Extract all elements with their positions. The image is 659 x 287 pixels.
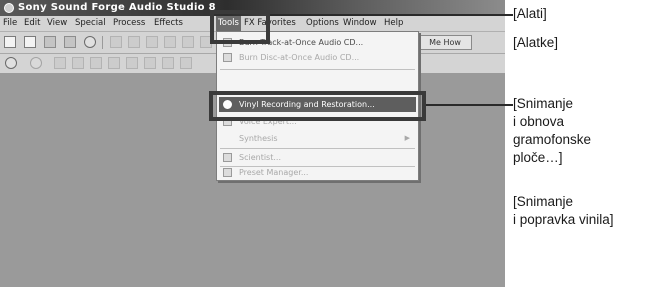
scientist-icon bbox=[223, 153, 232, 162]
play-all-icon[interactable] bbox=[54, 57, 66, 69]
menu-special[interactable]: Special bbox=[75, 16, 106, 31]
menu-item-synthesis[interactable]: Synthesis ▶ bbox=[219, 131, 416, 146]
menu-process[interactable]: Process bbox=[113, 16, 145, 31]
menu-view[interactable]: View bbox=[47, 16, 67, 31]
tools-leader-line bbox=[270, 14, 513, 16]
menu-file[interactable]: File bbox=[3, 16, 17, 31]
rewind-icon[interactable] bbox=[144, 57, 156, 69]
go-to-start-icon[interactable] bbox=[126, 57, 138, 69]
cut-icon[interactable] bbox=[110, 36, 122, 48]
paste-icon[interactable] bbox=[146, 36, 158, 48]
show-me-how-button[interactable]: Me How bbox=[418, 35, 472, 50]
menu-options[interactable]: Options bbox=[306, 16, 339, 31]
annotation-tools-croatian: [Alati] bbox=[513, 6, 547, 21]
copy-icon[interactable] bbox=[128, 36, 140, 48]
menu-separator bbox=[220, 148, 415, 149]
menu-effects[interactable]: Effects bbox=[154, 16, 183, 31]
show-me-how-label: Me How bbox=[429, 38, 461, 47]
menu-separator bbox=[220, 69, 415, 70]
loop-icon[interactable] bbox=[30, 57, 42, 69]
menu-item-preset-manager[interactable]: Preset Manager... bbox=[219, 165, 416, 180]
preset-icon bbox=[223, 168, 232, 177]
open-file-icon[interactable] bbox=[24, 36, 36, 48]
window-title: Sony Sound Forge Audio Studio 8 bbox=[18, 2, 216, 13]
submenu-arrow-icon: ▶ bbox=[404, 134, 410, 142]
play-icon[interactable] bbox=[72, 57, 84, 69]
annotation-tools-bosnian: [Alatke] bbox=[513, 35, 559, 50]
cd-icon bbox=[223, 53, 232, 62]
annotation-vinyl-croatian: [Snimanje i obnova gramofonske ploče…] bbox=[513, 96, 592, 165]
menu-item-burn-disc-at-once[interactable]: Burn Disc-at-Once Audio CD... bbox=[219, 50, 416, 65]
vinyl-leader-line bbox=[426, 104, 513, 106]
tools-menu-callout-box bbox=[210, 10, 270, 44]
application-screenshot: Sony Sound Forge Audio Studio 8 File Edi… bbox=[0, 0, 505, 287]
menu-item-scientist[interactable]: Scientist... bbox=[219, 150, 416, 165]
stop-icon[interactable] bbox=[108, 57, 120, 69]
vinyl-item-callout-box bbox=[209, 91, 426, 121]
trim-icon[interactable] bbox=[182, 36, 194, 48]
render-icon[interactable] bbox=[84, 36, 96, 48]
save-as-icon[interactable] bbox=[64, 36, 76, 48]
record-icon[interactable] bbox=[5, 57, 17, 69]
toolbar-separator bbox=[102, 36, 103, 49]
menu-window[interactable]: Window bbox=[343, 16, 377, 31]
annotation-vinyl-bosnian: [Snimanje i popravka vinila] bbox=[513, 194, 614, 227]
go-to-end-icon[interactable] bbox=[180, 57, 192, 69]
new-file-icon[interactable] bbox=[4, 36, 16, 48]
pause-icon[interactable] bbox=[90, 57, 102, 69]
menu-help[interactable]: Help bbox=[384, 16, 403, 31]
forward-icon[interactable] bbox=[162, 57, 174, 69]
mix-icon[interactable] bbox=[164, 36, 176, 48]
menu-edit[interactable]: Edit bbox=[24, 16, 40, 31]
app-icon bbox=[4, 3, 14, 13]
save-icon[interactable] bbox=[44, 36, 56, 48]
